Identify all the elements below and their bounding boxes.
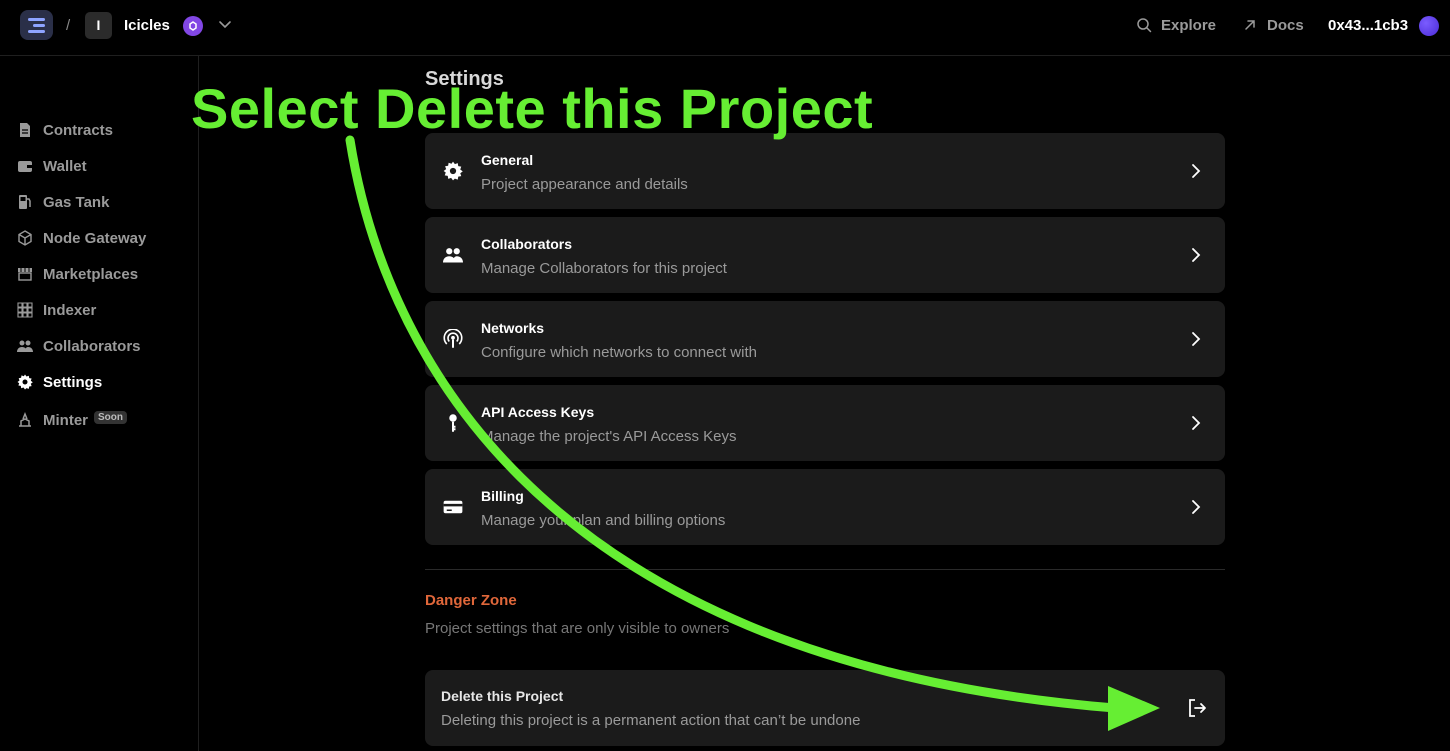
card-title: General [481,152,534,168]
wallet-address[interactable]: 0x43...1cb3 [1328,17,1408,34]
sidebar-item-contracts[interactable]: Contracts [17,119,113,141]
delete-project-description: Deleting this project is a permanent act… [441,712,861,729]
people-icon [443,248,463,263]
delete-project-title: Delete this Project [441,688,564,704]
storefront-icon [18,268,32,281]
project-avatar[interactable]: I [85,12,112,39]
explore-link[interactable]: Explore [1161,17,1216,34]
search-icon [1137,18,1152,33]
sidebar-item-label: Node Gateway [43,229,147,247]
settings-card-billing[interactable]: Billing Manage your plan and billing opt… [425,469,1225,545]
sidebar-item-label: Gas Tank [43,193,110,211]
exit-icon[interactable] [1186,697,1208,719]
annotation-text: Select Delete this Project [191,77,874,140]
sidebar-item-settings[interactable]: Settings [17,371,102,393]
card-title: Networks [481,320,545,336]
chevron-down-icon[interactable] [216,16,234,34]
sidebar-item-minter[interactable]: Minter Soon [17,409,127,431]
sidebar-item-node-gateway[interactable]: Node Gateway [17,227,146,249]
settings-card-general[interactable]: General Project appearance and details [425,133,1225,209]
sidebar-item-collaborators[interactable]: Collaborators [17,335,141,357]
gas-tank-icon [19,195,31,209]
project-name[interactable]: Icicles [124,17,170,34]
danger-zone-description: Project settings that are only visible t… [425,620,730,637]
settings-card-collaborators[interactable]: Collaborators Manage Collaborators for t… [425,217,1225,293]
card-description: Manage Collaborators for this project [481,260,727,277]
sidebar-item-gas-tank[interactable]: Gas Tank [17,191,109,213]
sidebar-item-label: Contracts [43,121,114,139]
people-icon [17,340,33,352]
sidebar-item-label: Indexer [43,301,97,319]
chevron-right-icon [1192,500,1201,514]
gear-icon [17,374,33,390]
card-title: Billing [481,488,524,504]
sidebar-item-indexer[interactable]: Indexer [17,299,96,321]
external-link-icon [1245,20,1255,30]
sidebar-item-label: Settings [43,373,103,391]
wallet-avatar[interactable] [1419,16,1439,36]
chevron-right-icon [1192,248,1201,262]
card-description: Configure which networks to connect with [481,344,757,361]
sidebar-item-label: Minter [43,411,88,429]
grid-icon [17,302,33,318]
settings-card-api-keys[interactable]: API Access Keys Manage the project's API… [425,385,1225,461]
top-bar: / I Icicles Explore Docs 0x43...1cb3 [0,0,1450,56]
contracts-icon [20,123,30,137]
app-logo-icon[interactable] [20,10,53,40]
key-icon [449,414,457,432]
chevron-right-icon [1192,164,1201,178]
card-description: Manage your plan and billing options [481,512,726,529]
chevron-right-icon [1192,332,1201,346]
delete-project-card[interactable]: Delete this Project Deleting this projec… [425,670,1225,746]
sidebar: Contracts Wallet Gas Tank Node Gateway M… [0,56,199,751]
sidebar-item-marketplaces[interactable]: Marketplaces [17,263,138,285]
wallet-icon [18,161,32,172]
antenna-icon [443,329,463,348]
divider [425,569,1225,570]
soon-badge: Soon [94,410,127,424]
minter-icon [19,412,31,427]
cube-icon [18,230,32,246]
chevron-right-icon [1192,416,1201,430]
settings-card-networks[interactable]: Networks Configure which networks to con… [425,301,1225,377]
danger-zone-title: Danger Zone [425,592,517,609]
card-description: Project appearance and details [481,176,688,193]
sidebar-item-label: Marketplaces [43,265,139,283]
card-description: Manage the project's API Access Keys [481,428,737,445]
sidebar-item-label: Collaborators [43,337,141,355]
breadcrumb-separator: / [66,17,71,34]
card-title: Collaborators [481,236,573,252]
credit-card-icon [443,500,463,514]
sidebar-item-label: Wallet [43,157,87,175]
card-title: API Access Keys [481,404,595,420]
gear-icon [443,161,463,181]
sidebar-item-wallet[interactable]: Wallet [17,155,87,177]
polygon-network-icon [183,16,203,36]
docs-link[interactable]: Docs [1267,17,1304,34]
